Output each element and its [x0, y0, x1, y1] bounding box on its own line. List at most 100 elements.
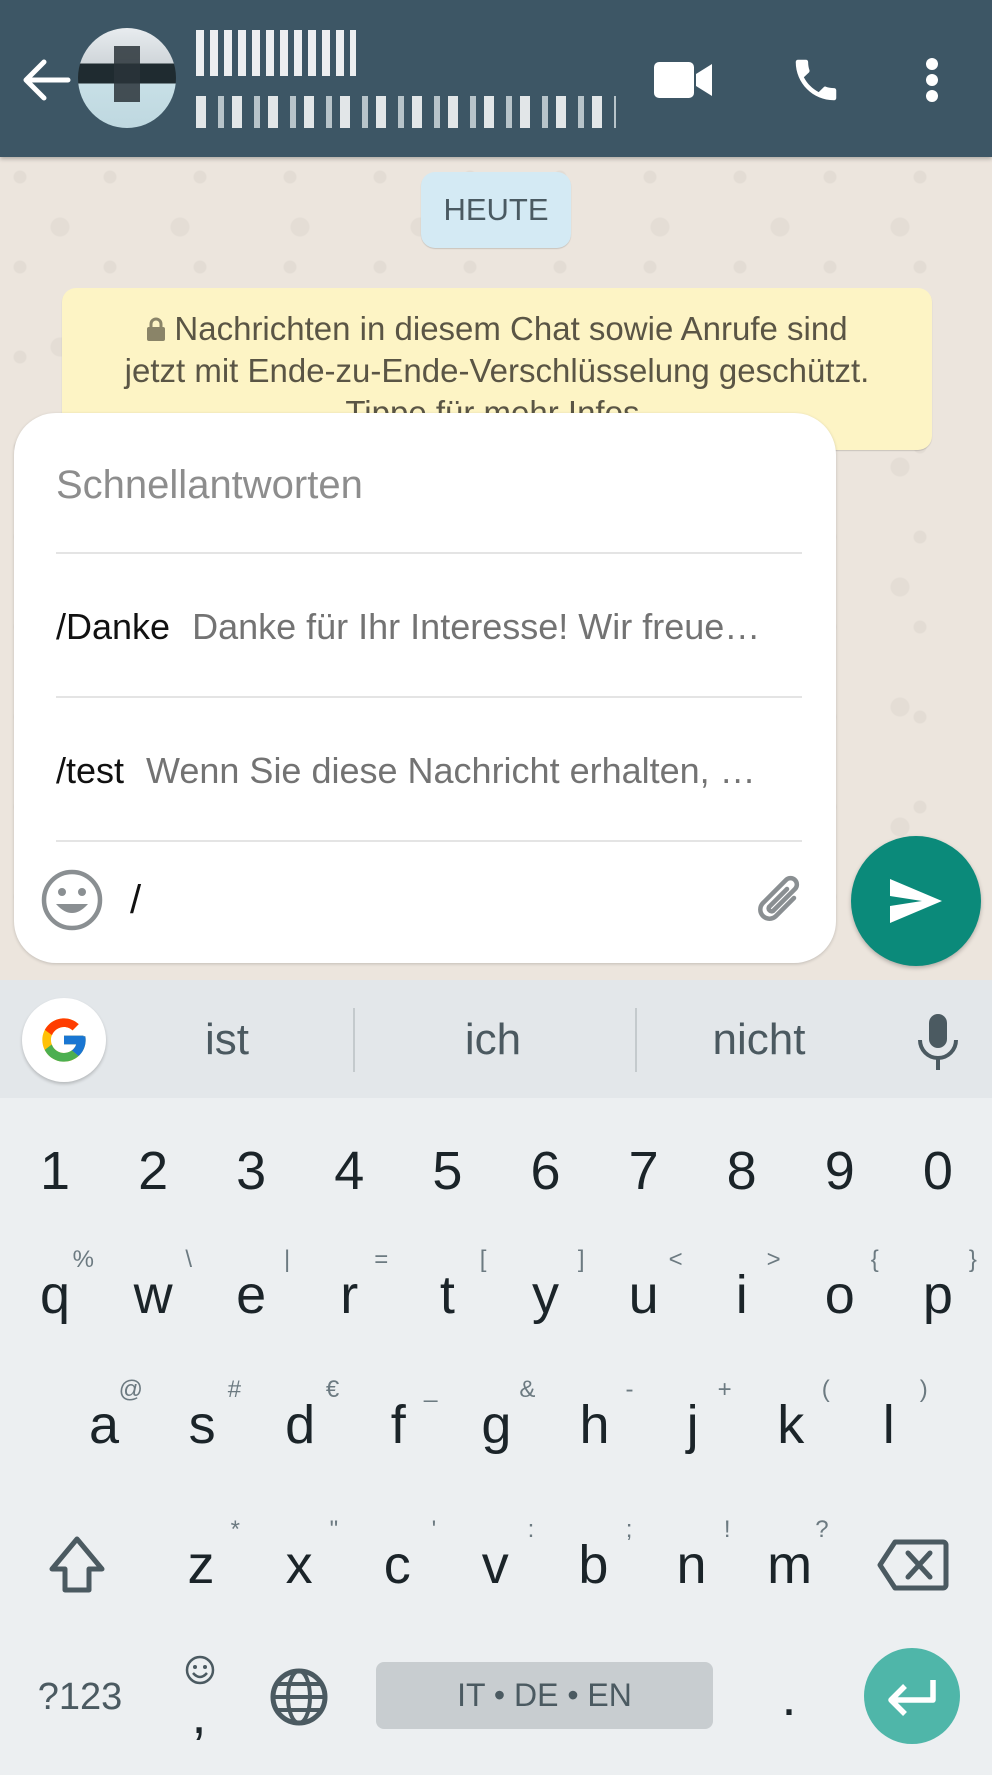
key-s[interactable]: # s — [153, 1370, 251, 1480]
key-hint: + — [717, 1376, 732, 1403]
key-v[interactable]: :v — [446, 1510, 544, 1620]
key-label: d — [285, 1395, 316, 1455]
key-label: j — [686, 1395, 699, 1455]
backspace-key[interactable] — [864, 1510, 962, 1620]
keyboard: ist ich nicht 1234567890 % q \ w | e = r[t] y < u >… — [0, 980, 992, 1775]
enter-key[interactable] — [864, 1648, 960, 1744]
key-w[interactable]: \ w — [104, 1240, 202, 1350]
key-label: u — [628, 1265, 659, 1325]
key-hint: & — [519, 1376, 536, 1403]
key-label: y — [532, 1265, 559, 1325]
key-0[interactable]: 0 — [889, 1116, 987, 1226]
key-label: f — [390, 1395, 406, 1455]
key-m[interactable]: ? m — [741, 1510, 839, 1620]
key-hint: ] — [577, 1246, 585, 1273]
key-label: o — [824, 1265, 855, 1325]
video-call-button[interactable] — [652, 48, 716, 112]
quick-reply-item[interactable]: /test Wenn Sie diese Nachricht erhalten,… — [56, 711, 802, 831]
chat-header — [0, 0, 992, 157]
key-j[interactable]: + j — [644, 1370, 742, 1480]
key-hint: ( — [821, 1376, 830, 1403]
google-button[interactable] — [22, 998, 106, 1082]
message-input[interactable]: / — [130, 868, 730, 932]
enter-icon — [888, 1680, 936, 1716]
voice-input-button[interactable] — [912, 1012, 964, 1072]
key-f[interactable]: _ f — [349, 1370, 447, 1480]
key-hint: ' — [431, 1516, 437, 1543]
key-d[interactable]: € d — [251, 1370, 349, 1480]
key-z[interactable]: * z — [152, 1510, 250, 1620]
emoji-smile-icon — [41, 869, 103, 931]
key-p[interactable]: } p — [889, 1240, 987, 1350]
key-hint: > — [766, 1246, 781, 1273]
suggestion-word[interactable]: nicht — [634, 1000, 884, 1080]
backspace-icon — [877, 1539, 949, 1591]
key-i[interactable]: > i — [693, 1240, 791, 1350]
divider — [353, 1008, 355, 1072]
key-9[interactable]: 9 — [791, 1116, 889, 1226]
key-label: z — [187, 1535, 215, 1595]
voice-call-button[interactable] — [784, 48, 848, 112]
key-c[interactable]: ' c — [348, 1510, 446, 1620]
key-label: r — [340, 1265, 359, 1325]
key-a[interactable]: @ a — [55, 1370, 153, 1480]
key-x[interactable]: " x — [250, 1510, 348, 1620]
key-label: x — [285, 1535, 313, 1595]
language-switch-key[interactable] — [250, 1642, 348, 1752]
key-hint: { — [870, 1246, 879, 1273]
comma-label: , — [191, 1685, 207, 1745]
key-k[interactable]: (k — [742, 1370, 840, 1480]
quick-reply-item[interactable]: /Danke Danke für Ihr Interesse! Wir freu… — [56, 567, 802, 687]
key-r[interactable]: = r — [300, 1240, 398, 1350]
key-label: l — [882, 1395, 895, 1455]
google-g-icon — [42, 1018, 86, 1062]
key-4[interactable]: 4 — [300, 1116, 398, 1226]
key-1[interactable]: 1 — [6, 1116, 104, 1226]
suggestion-word[interactable]: ich — [368, 1000, 618, 1080]
key-hint: @ — [118, 1376, 143, 1403]
key-label: h — [579, 1395, 610, 1455]
key-g[interactable]: & g — [447, 1370, 545, 1480]
arrow-left-icon — [23, 59, 71, 101]
key-h[interactable]: -h — [546, 1370, 644, 1480]
contact-name[interactable] — [196, 30, 356, 76]
key-n[interactable]: ! n — [643, 1510, 741, 1620]
key-label: m — [767, 1535, 813, 1595]
key-hint: - — [625, 1376, 634, 1403]
key-u[interactable]: < u — [595, 1240, 693, 1350]
key-l[interactable]: ) l — [840, 1370, 938, 1480]
key-t[interactable]: [t — [398, 1240, 496, 1350]
quick-replies-title: Schnellantworten — [56, 463, 363, 507]
key-7[interactable]: 7 — [595, 1116, 693, 1226]
period-key[interactable]: . — [740, 1642, 838, 1752]
contact-avatar[interactable] — [78, 28, 176, 128]
key-y[interactable]: ] y — [497, 1240, 595, 1350]
comma-key[interactable]: , — [150, 1642, 248, 1752]
send-button[interactable] — [851, 836, 981, 966]
key-q[interactable]: % q — [6, 1240, 104, 1350]
key-5[interactable]: 5 — [398, 1116, 496, 1226]
paperclip-icon — [758, 875, 800, 921]
key-b[interactable]: ; b — [544, 1510, 642, 1620]
space-bar[interactable]: IT • DE • EN — [376, 1662, 713, 1729]
shift-key[interactable] — [28, 1510, 126, 1620]
key-8[interactable]: 8 — [693, 1116, 791, 1226]
symbols-key[interactable]: ?123 — [30, 1642, 130, 1752]
key-label: w — [133, 1265, 173, 1325]
attach-button[interactable] — [748, 868, 814, 934]
back-button[interactable] — [18, 54, 74, 106]
key-6[interactable]: 6 — [497, 1116, 595, 1226]
key-o[interactable]: {o — [791, 1240, 889, 1350]
emoji-button[interactable] — [40, 868, 104, 932]
key-e[interactable]: | e — [202, 1240, 300, 1350]
quick-reply-shortcut: /Danke — [56, 606, 171, 647]
key-label: c — [383, 1535, 411, 1595]
suggestion-bar: ist ich nicht — [0, 980, 992, 1098]
more-options-button[interactable] — [900, 48, 964, 112]
phone-icon — [795, 59, 837, 101]
key-3[interactable]: 3 — [202, 1116, 300, 1226]
key-2[interactable]: 2 — [104, 1116, 202, 1226]
key-label: n — [676, 1535, 707, 1595]
key-hint: ; — [625, 1516, 633, 1543]
suggestion-word[interactable]: ist — [102, 1000, 352, 1080]
